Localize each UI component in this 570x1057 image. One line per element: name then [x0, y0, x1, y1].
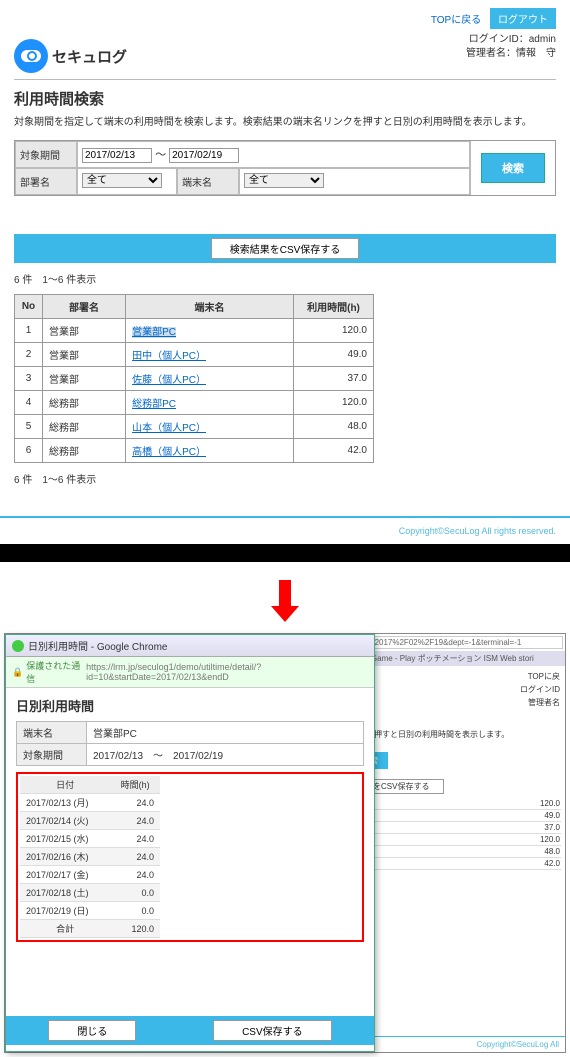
window-title: 日別利用時間 - Google Chrome — [6, 635, 374, 657]
csv-bar: 検索結果をCSV保存する — [14, 234, 556, 263]
table-row: 1営業部営業部PC120.0 — [15, 319, 374, 343]
separator-bar — [0, 544, 570, 562]
arrow-icon — [0, 562, 570, 629]
col-hours: 利用時間(h) — [294, 295, 374, 319]
terminal-select[interactable]: 全て — [244, 173, 324, 188]
popup-window: 日別利用時間 - Google Chrome 保護された通信 https://l… — [5, 634, 375, 1052]
top-back-link[interactable]: TOPに戻る — [431, 15, 481, 26]
popup-meta-table: 端末名営業部PC 対象期間2017/02/13 ～ 2017/02/19 — [16, 721, 364, 766]
result-count-bottom: 6 件 1～6 件表示 — [14, 471, 556, 486]
divider — [14, 79, 556, 80]
result-count-top: 6 件 1～6 件表示 — [14, 271, 556, 286]
search-button[interactable]: 検索 — [481, 153, 545, 183]
terminal-link[interactable]: 総務部PC — [132, 399, 176, 410]
logo-icon — [14, 39, 48, 73]
period-label: 対象期間 — [15, 141, 77, 168]
terminal-link[interactable]: 佐藤（個人PC） — [132, 375, 206, 386]
page-description: 対象期間を指定して端末の利用時間を検索します。検索結果の端末名リンクを押すと日別… — [14, 113, 556, 128]
terminal-link[interactable]: 田中（個人PC） — [132, 351, 206, 362]
footer: Copyright©SecuLog All rights reserved. — [0, 516, 570, 544]
terminal-link[interactable]: 営業部PC — [132, 327, 176, 338]
page-title: 利用時間検索 — [14, 88, 556, 109]
logo-text: セキュログ — [52, 46, 127, 67]
table-row: 5総務部山本（個人PC）48.0 — [15, 415, 374, 439]
table-row: 2017/02/18 (土)0.0 — [20, 884, 160, 902]
popup-close-button[interactable]: 閉じる — [48, 1020, 136, 1041]
popup-title: 日別利用時間 — [16, 696, 364, 715]
col-no: No — [15, 295, 43, 319]
daily-table: 日付時間(h) 2017/02/13 (月)24.02017/02/14 (火)… — [20, 776, 160, 938]
back-tabs: CodinGame - Play ポッチメーション ISM Web stori — [346, 651, 565, 666]
popup-footer-bar: 閉じる CSV保存する — [6, 1016, 374, 1045]
back-url: Date=2017%2F02%2F19&dept=-1&terminal=-1 — [348, 636, 563, 649]
date-from-input[interactable] — [82, 148, 152, 163]
dept-select[interactable]: 全て — [82, 173, 162, 188]
table-row: 2017/02/15 (水)24.0 — [20, 830, 160, 848]
secure-bar: 保護された通信 https://lrm.jp/seculog1/demo/uti… — [6, 657, 374, 688]
table-row: 2017/02/19 (日)0.0 — [20, 902, 160, 920]
table-row: 2017/02/13 (月)24.0 — [20, 794, 160, 812]
terminal-link[interactable]: 高橋（個人PC） — [132, 447, 206, 458]
csv-save-button[interactable]: 検索結果をCSV保存する — [211, 238, 360, 259]
search-form: 対象期間 ～ 部署名 全て 端末名 全て 検索 — [14, 140, 556, 196]
dept-label: 部署名 — [15, 168, 77, 195]
result-table: No 部署名 端末名 利用時間(h) 1営業部営業部PC120.02営業部田中（… — [14, 294, 374, 463]
back-footer: Copyright©SecuLog All — [346, 1036, 565, 1052]
background-window: Date=2017%2F02%2F19&dept=-1&terminal=-1 … — [345, 634, 565, 1052]
table-row: 2017/02/14 (火)24.0 — [20, 812, 160, 830]
table-row: 2017/02/17 (金)24.0 — [20, 866, 160, 884]
logout-button[interactable]: ログアウト — [490, 8, 556, 29]
date-to-input[interactable] — [169, 148, 239, 163]
col-dept: 部署名 — [43, 295, 126, 319]
popup-csv-button[interactable]: CSV保存する — [213, 1020, 332, 1041]
table-row: 3営業部佐藤（個人PC）37.0 — [15, 367, 374, 391]
daily-highlight: 日付時間(h) 2017/02/13 (月)24.02017/02/14 (火)… — [16, 772, 364, 942]
table-row: 2017/02/16 (木)24.0 — [20, 848, 160, 866]
table-row: 2営業部田中（個人PC）49.0 — [15, 343, 374, 367]
table-row: 6総務部高橋（個人PC）42.0 — [15, 439, 374, 463]
table-row: 4総務部総務部PC120.0 — [15, 391, 374, 415]
col-term: 端末名 — [126, 295, 294, 319]
terminal-label: 端末名 — [177, 168, 239, 195]
terminal-link[interactable]: 山本（個人PC） — [132, 423, 206, 434]
